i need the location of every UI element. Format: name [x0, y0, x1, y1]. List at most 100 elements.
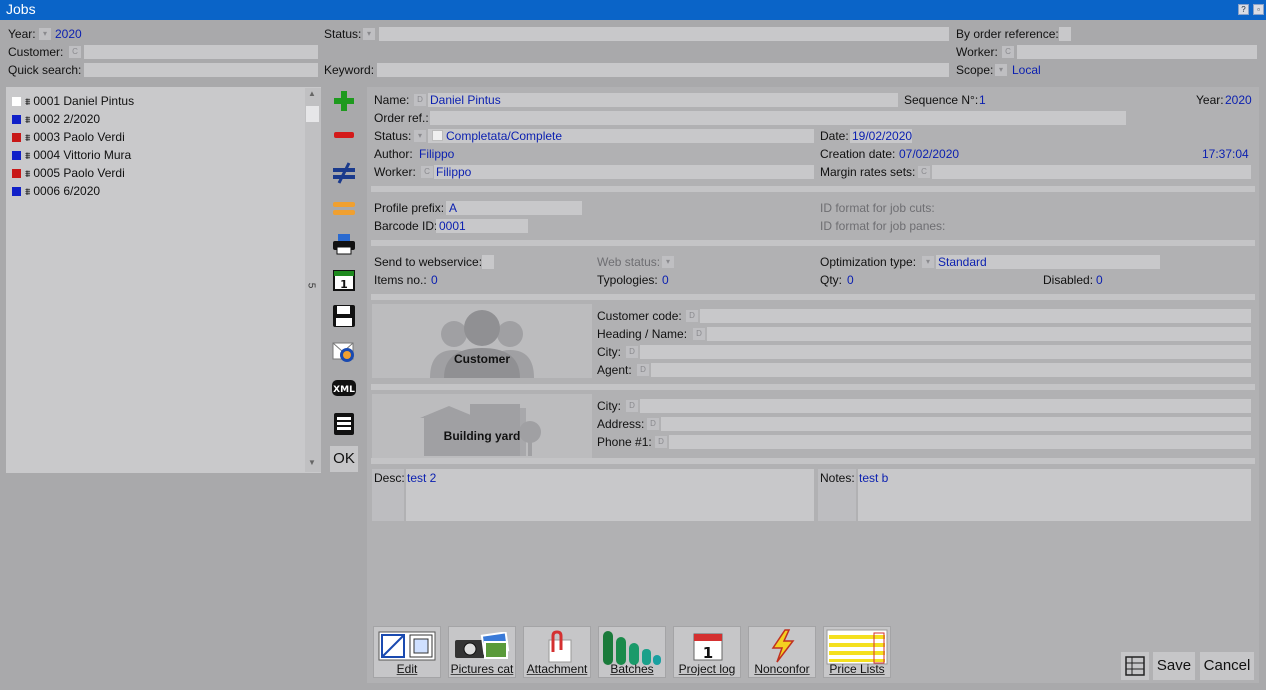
camera-pictures-icon [455, 632, 510, 659]
scroll-up-icon[interactable]: ▲ [308, 89, 316, 98]
price-lists-button-label: Price Lists [829, 662, 885, 676]
scope-dropdown-icon[interactable]: ▾ [995, 64, 1007, 76]
attachment-button[interactable]: Attachment [523, 626, 591, 678]
by-order-ref-checkbox[interactable] [1059, 27, 1071, 41]
job-label: 0006 6/2020 [33, 184, 101, 198]
batches-icon [603, 631, 661, 665]
qty-value: 0 [847, 273, 854, 287]
sequence-label: Sequence N°: [904, 93, 979, 107]
scroll-thumb[interactable] [306, 106, 319, 122]
customer-code-field[interactable] [700, 309, 1251, 323]
year-filter-value[interactable]: 2020 [55, 27, 82, 41]
help-icon[interactable]: ? [1238, 4, 1249, 15]
cancel-button[interactable]: Cancel [1200, 652, 1254, 680]
yard-city-field[interactable] [640, 399, 1251, 413]
list-item[interactable]: ⩩ 0003 Paolo Verdi [12, 129, 125, 145]
building-icon [420, 404, 541, 456]
worker-filter-mode[interactable]: C [1002, 46, 1014, 58]
job-year-value[interactable]: 2020 [1225, 93, 1252, 107]
customer-code-mode[interactable]: D [686, 310, 698, 322]
edit-button[interactable]: Edit [373, 626, 441, 678]
paperclip-icon [548, 630, 572, 663]
status-dropdown-icon[interactable]: ▾ [414, 130, 426, 142]
list-item[interactable]: ⩩ 0004 Vittorio Mura [12, 147, 131, 163]
heading-name-label: Heading / Name: [597, 327, 688, 341]
list-item[interactable]: ⩩ 0006 6/2020 [12, 183, 100, 199]
title-bar: Jobs [0, 0, 1266, 20]
web-status-dropdown-icon[interactable]: ▾ [662, 256, 674, 268]
by-order-ref-label: By order reference: [956, 27, 1059, 41]
customer-filter-mode[interactable]: C [69, 46, 81, 58]
optimization-type-label: Optimization type: [820, 255, 917, 269]
status-filter-field[interactable] [379, 27, 949, 41]
year-dropdown-icon[interactable]: ▾ [39, 28, 51, 40]
save-button[interactable]: Save [1153, 652, 1195, 680]
yard-city-mode[interactable]: D [626, 400, 638, 412]
table-view-button[interactable] [330, 410, 358, 438]
list-item[interactable]: ⩩ 0001 Daniel Pintus [12, 93, 134, 109]
nonconfor-button[interactable]: Nonconfor [748, 626, 816, 678]
calendar-log-icon: 1 [693, 633, 723, 662]
worker-field[interactable] [434, 165, 814, 179]
pictures-cat-button[interactable]: Pictures cat [448, 626, 516, 678]
job-label: 0002 2/2020 [33, 112, 101, 126]
address-field[interactable] [661, 417, 1251, 431]
send-webservice-checkbox[interactable] [482, 255, 494, 269]
sequence-value[interactable]: 1 [979, 93, 986, 107]
agent-mode[interactable]: D [637, 364, 649, 376]
name-mode[interactable]: D [414, 94, 426, 106]
compare-button[interactable] [330, 159, 358, 187]
customer-city-field[interactable] [640, 345, 1251, 359]
grid-icon [1125, 656, 1145, 676]
list-item[interactable]: ⩩ 0002 2/2020 [12, 111, 100, 127]
order-ref-field[interactable] [430, 111, 1126, 125]
name-label: Name: [374, 93, 410, 107]
margin-rates-field[interactable] [932, 165, 1251, 179]
project-log-button[interactable]: 1 Project log [673, 626, 741, 678]
yard-city-label: City: [597, 399, 621, 413]
batches-button[interactable]: Batches [598, 626, 666, 678]
heading-name-mode[interactable]: D [693, 328, 705, 340]
phone-mode[interactable]: D [655, 436, 667, 448]
add-job-button[interactable] [330, 87, 358, 115]
xml-export-button[interactable]: XML [330, 374, 358, 402]
delete-job-button[interactable] [330, 121, 358, 149]
customer-icon-area[interactable]: Customer [372, 304, 592, 378]
scope-value[interactable]: Local [1012, 63, 1041, 77]
author-label: Author: [374, 147, 413, 161]
margin-rates-mode[interactable]: C [918, 166, 930, 178]
agent-field[interactable] [651, 363, 1251, 377]
price-lists-button[interactable]: Price Lists [823, 626, 891, 678]
worker-filter-input[interactable] [1017, 45, 1257, 59]
customer-filter-input[interactable] [84, 45, 318, 59]
profile-prefix-field[interactable] [446, 201, 582, 215]
optimization-dropdown-icon[interactable]: ▾ [922, 256, 934, 268]
grid-view-button[interactable] [1121, 652, 1149, 680]
list-item[interactable]: ⩩ 0005 Paolo Verdi [12, 165, 125, 181]
status-color-checkbox[interactable] [432, 130, 443, 141]
edit-button-label: Edit [396, 662, 418, 676]
phone-field[interactable] [669, 435, 1251, 449]
maximize-icon[interactable]: ▫ [1253, 4, 1264, 15]
job-list-scrollbar[interactable]: ▲ ▼ 5 [305, 88, 321, 472]
calendar-button[interactable]: 1 [330, 266, 358, 294]
notes-textarea[interactable] [858, 469, 1251, 521]
print-button[interactable] [330, 230, 358, 258]
address-mode[interactable]: D [647, 418, 659, 430]
quick-search-input[interactable] [84, 63, 318, 77]
job-icon: ⩩ [25, 187, 31, 198]
save-disk-button[interactable] [330, 302, 358, 330]
building-yard-icon-area[interactable]: Building yard [372, 394, 592, 460]
worker-mode[interactable]: C [421, 166, 433, 178]
email-button[interactable] [330, 338, 358, 366]
desc-textarea[interactable] [406, 469, 814, 521]
customer-city-mode[interactable]: D [626, 346, 638, 358]
date-label: Date: [820, 129, 849, 143]
heading-name-field[interactable] [707, 327, 1251, 341]
scroll-down-icon[interactable]: ▼ [308, 458, 316, 467]
duplicate-button[interactable] [330, 194, 358, 222]
status-dropdown-icon[interactable]: ▾ [363, 28, 375, 40]
keyword-input[interactable] [377, 63, 949, 77]
table-icon [334, 413, 354, 435]
ok-button[interactable]: OK [330, 446, 358, 472]
